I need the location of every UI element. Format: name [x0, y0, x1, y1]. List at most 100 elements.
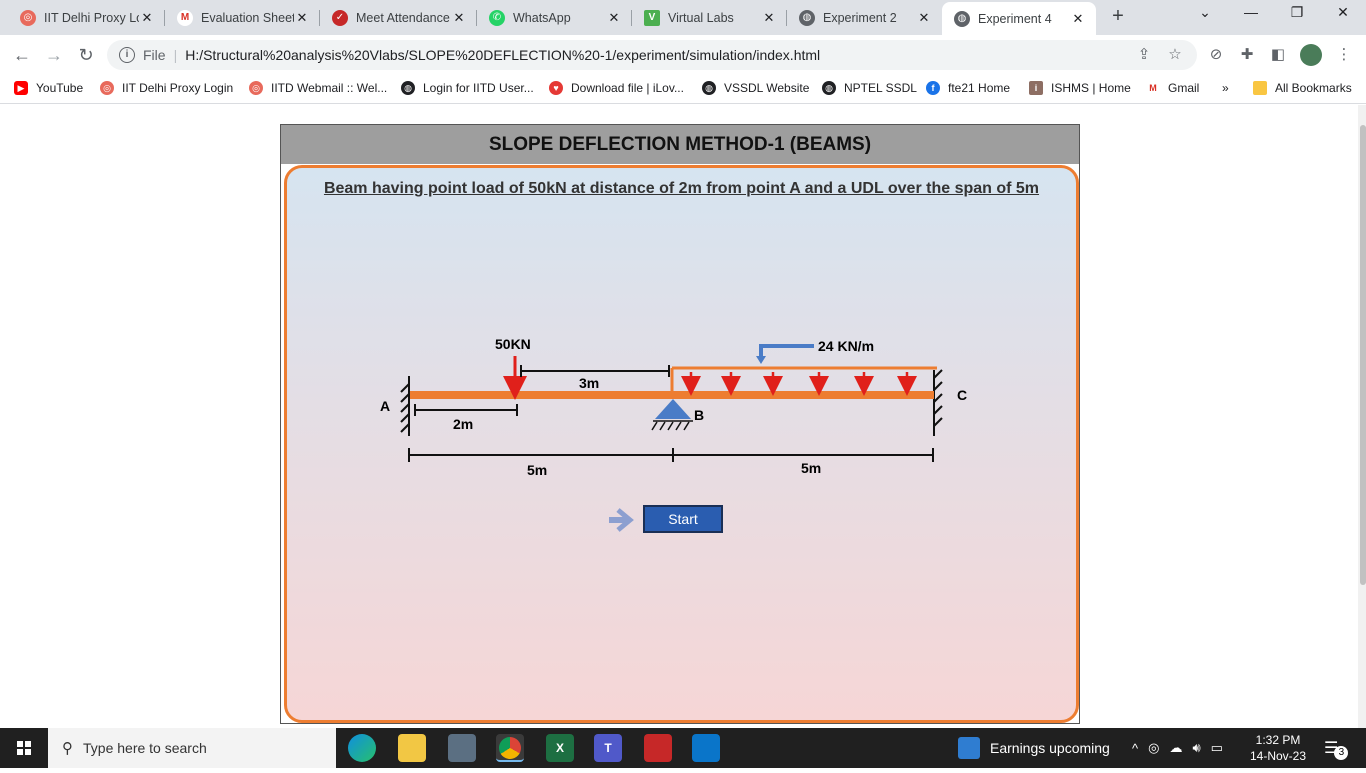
windows-start-button[interactable]	[0, 728, 48, 768]
weather-widget[interactable]: Earnings upcoming	[958, 728, 1110, 768]
bookmark-iitd-proxy[interactable]: ◎ IIT Delhi Proxy Login	[100, 81, 233, 95]
bookmark-label: fte21 Home	[948, 81, 1011, 95]
meet-attendance-icon: ✓	[332, 9, 348, 26]
dimension-2m-label: 2m	[453, 416, 473, 432]
gmail-icon: M	[177, 9, 193, 26]
tab-meet-attendance[interactable]: ✓ Meet Attendance ✕	[320, 3, 477, 32]
ishms-icon: i	[1029, 81, 1043, 95]
clock[interactable]: 1:32 PM 14-Nov-23	[1250, 728, 1306, 768]
back-icon[interactable]: ←	[10, 43, 34, 67]
tab-whatsapp[interactable]: ✆ WhatsApp ✕	[477, 3, 632, 32]
meet-now-icon[interactable]: ◎	[1148, 740, 1159, 756]
extensions-puzzle-icon[interactable]: ✚	[1237, 45, 1257, 65]
bookmark-iitd-login[interactable]: ◍ Login for IITD User...	[401, 81, 534, 95]
page-title: SLOPE DEFLECTION METHOD-1 (BEAMS)	[281, 125, 1079, 164]
file-explorer-icon[interactable]	[398, 734, 426, 762]
volume-icon[interactable]: 🔊︎	[1192, 740, 1200, 756]
close-tab-icon[interactable]: ✕	[1070, 11, 1086, 27]
span-dimension-line	[408, 448, 934, 462]
bookmarks-overflow-button[interactable]: »	[1222, 81, 1229, 95]
scrollbar-thumb[interactable]	[1360, 125, 1366, 585]
bookmark-label: Login for IITD User...	[423, 81, 534, 95]
iitd-icon: ◎	[20, 9, 36, 26]
minimize-icon[interactable]: —	[1228, 4, 1274, 20]
forward-icon[interactable]: →	[42, 43, 66, 67]
close-tab-icon[interactable]: ✕	[139, 10, 155, 26]
simulation-panel: Beam having point load of 50kN at distan…	[284, 165, 1079, 723]
bookmark-label: YouTube	[36, 81, 84, 95]
profile-avatar[interactable]	[1300, 44, 1322, 66]
close-tab-icon[interactable]: ✕	[761, 10, 777, 26]
bookmark-star-icon[interactable]: ☆	[1165, 45, 1185, 65]
close-tab-icon[interactable]: ✕	[916, 10, 932, 26]
tab-title: IIT Delhi Proxy Lo	[44, 10, 139, 25]
close-window-icon[interactable]: ✕	[1320, 4, 1366, 21]
new-tab-button[interactable]: +	[1106, 5, 1130, 29]
share-icon[interactable]: ⇪	[1134, 45, 1154, 65]
network-icon[interactable]: ▭	[1211, 740, 1223, 756]
tab-experiment-2[interactable]: ◍ Experiment 2 ✕	[787, 3, 942, 32]
url-text[interactable]: H:/Structural%20analysis%20Vlabs/SLOPE%2…	[185, 47, 820, 63]
teams-icon[interactable]: T	[594, 734, 622, 762]
beam	[410, 391, 934, 399]
tab-experiment-4[interactable]: ◍ Experiment 4 ✕	[942, 2, 1096, 35]
chrome-icon[interactable]	[496, 734, 524, 762]
extension-icon[interactable]: ⊘	[1206, 45, 1226, 65]
taskbar-search-box[interactable]: ⚲ Type here to search	[48, 728, 336, 768]
bookmark-fte21[interactable]: f fte21 Home	[926, 81, 1010, 95]
bookmark-gmail[interactable]: M Gmail	[1146, 81, 1199, 95]
udl-pointer	[759, 344, 814, 358]
all-bookmarks-button[interactable]: All Bookmarks	[1253, 81, 1352, 95]
calculator-icon[interactable]	[448, 734, 476, 762]
pin-support-hatch	[651, 420, 693, 431]
vscode-icon[interactable]	[692, 734, 720, 762]
bookmark-label: IIT Delhi Proxy Login	[122, 81, 234, 95]
bookmark-iitd-webmail[interactable]: ◎ IITD Webmail :: Wel...	[249, 81, 387, 95]
edge-icon[interactable]	[348, 734, 376, 762]
onedrive-icon[interactable]: ☁	[1169, 740, 1182, 756]
globe-icon: ◍	[401, 81, 415, 95]
start-button[interactable]: Start	[643, 505, 723, 533]
iitd-icon: ◎	[249, 81, 263, 95]
reload-icon[interactable]: ↻	[74, 43, 98, 67]
bookmark-nptel-ssdl[interactable]: ◍ NPTEL SSDL	[822, 81, 917, 95]
notification-center-button[interactable]: ☰ 3	[1324, 728, 1349, 768]
bookmark-ilovepdf[interactable]: ♥ Download file | iLov...	[549, 81, 684, 95]
globe-icon: ◍	[799, 9, 815, 26]
globe-icon: ◍	[702, 81, 716, 95]
excel-icon[interactable]: X	[546, 734, 574, 762]
page-scrollbar[interactable]	[1358, 105, 1366, 728]
close-tab-icon[interactable]: ✕	[606, 10, 622, 26]
bookmark-vssdl[interactable]: ◍ VSSDL Website	[702, 81, 809, 95]
bookmark-ishms[interactable]: i ISHMS | Home	[1029, 81, 1131, 95]
tray-chevron-icon[interactable]: ^	[1132, 741, 1138, 756]
iitd-icon: ◎	[100, 81, 114, 95]
dimension-3m-label: 3m	[579, 375, 599, 391]
tab-title: Experiment 2	[823, 10, 897, 25]
tab-title: WhatsApp	[513, 10, 571, 25]
weather-icon	[958, 737, 980, 759]
restore-icon[interactable]: ❐	[1274, 4, 1320, 21]
address-bar[interactable]: i File | H:/Structural%20analysis%20Vlab…	[107, 40, 1197, 70]
youtube-icon: ▶	[14, 81, 28, 95]
close-tab-icon[interactable]: ✕	[451, 10, 467, 26]
windows-logo-icon	[17, 741, 31, 755]
side-panel-icon[interactable]: ◧	[1268, 45, 1288, 65]
tab-iitd-proxy[interactable]: ◎ IIT Delhi Proxy Lo ✕	[8, 3, 165, 32]
menu-kebab-icon[interactable]: ⋮	[1334, 45, 1354, 65]
tab-search-icon[interactable]: ⌄	[1182, 4, 1228, 21]
tab-evaluation-sheet[interactable]: M Evaluation Sheet ✕	[165, 3, 320, 32]
pdf-reader-icon[interactable]	[644, 734, 672, 762]
site-info-icon[interactable]: i	[119, 47, 135, 63]
udl-block	[670, 366, 937, 391]
tab-virtual-labs[interactable]: V Virtual Labs ✕	[632, 3, 787, 32]
bookmark-label: NPTEL SSDL	[844, 81, 917, 95]
support-b-label: B	[694, 407, 704, 423]
bookmarks-bar: ▶ YouTube ◎ IIT Delhi Proxy Login ◎ IITD…	[0, 75, 1366, 104]
ilovepdf-icon: ♥	[549, 81, 563, 95]
span-bc-label: 5m	[801, 460, 821, 476]
url-divider: |	[173, 47, 178, 63]
bookmark-youtube[interactable]: ▶ YouTube	[14, 81, 83, 95]
start-hint-arrow-icon	[609, 508, 634, 532]
close-tab-icon[interactable]: ✕	[294, 10, 310, 26]
